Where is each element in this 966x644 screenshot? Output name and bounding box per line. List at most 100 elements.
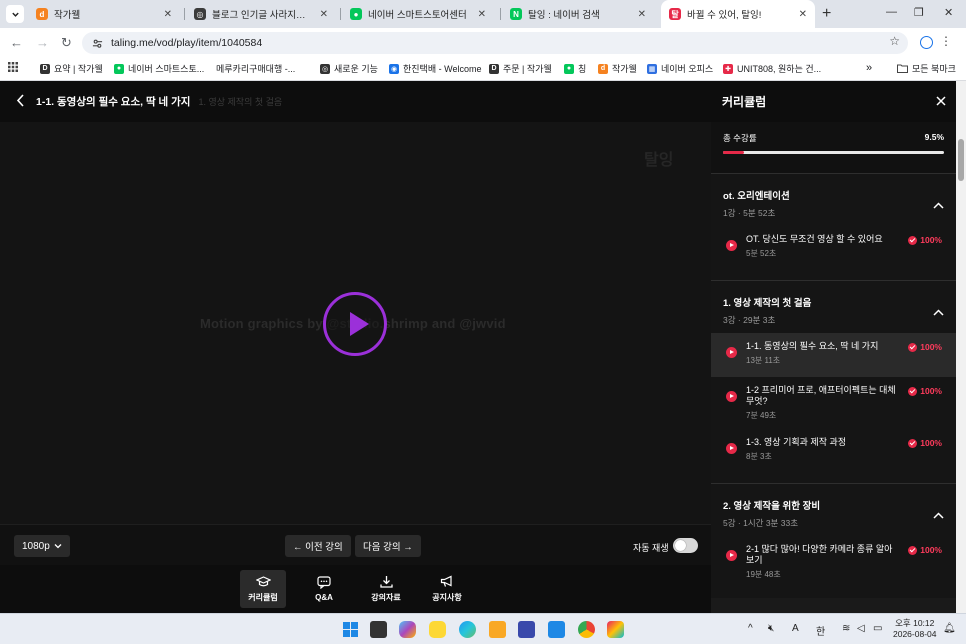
nav-materials[interactable]: 강의자료 bbox=[363, 570, 409, 608]
chevron-up-icon[interactable] bbox=[933, 303, 944, 321]
curriculum-scrollbar[interactable] bbox=[956, 81, 966, 613]
lesson-item[interactable]: 1-1. 동영상의 필수 요소, 딱 네 가지 13분 11초 100% bbox=[711, 333, 956, 377]
close-window-icon[interactable]: ✕ bbox=[944, 6, 953, 19]
tab-title: 작가웰 bbox=[54, 10, 81, 21]
ime-a-indicator[interactable]: A bbox=[792, 623, 799, 634]
copilot-icon[interactable] bbox=[399, 621, 416, 638]
video-screen[interactable]: 탈잉 Motion graphics by @studio.shrimp and… bbox=[0, 122, 711, 524]
chevron-up-icon[interactable] bbox=[933, 506, 944, 524]
site-info-icon[interactable] bbox=[92, 38, 103, 49]
address-bar[interactable]: taling.me/vod/play/item/1040584 bbox=[82, 32, 908, 54]
previous-lesson-button[interactable]: ← 이전 강의 bbox=[285, 535, 351, 557]
browser-tab[interactable]: N 탈잉 : 네이버 검색 ✕ bbox=[502, 0, 654, 28]
bookmark-star-icon[interactable]: ☆ bbox=[889, 34, 900, 48]
scrollbar-thumb[interactable] bbox=[958, 139, 964, 181]
chapter: 2. 영상 제작을 위한 장비 5강 · 1시간 3분 33초 2-1 많다 많아!… bbox=[711, 483, 956, 598]
bookmarks-bar: D 요약 | 작가웰 ● 네이버 스마트스토... 메루카리구매대행 -... ◎ 새로운 … bbox=[0, 58, 966, 81]
chapter-header[interactable]: 1. 영상 제작의 첫 걸음 3강 · 29분 3초 bbox=[711, 281, 956, 333]
reload-icon[interactable]: ↻ bbox=[61, 35, 72, 51]
snipping-tool-icon[interactable] bbox=[607, 621, 624, 638]
player-header: 1-1. 동영상의 필수 요소, 딱 네 가지 1. 영상 제작의 첫 걸음 bbox=[0, 81, 711, 122]
nav-notice[interactable]: 공지사항 bbox=[424, 570, 470, 608]
lesson-completion: 100% bbox=[908, 342, 942, 352]
lesson-completion: 100% bbox=[908, 545, 942, 555]
nav-curriculum[interactable]: 커리큘럼 bbox=[240, 570, 286, 608]
bookmark-item[interactable]: ● 칭 bbox=[564, 62, 586, 75]
bookmark-item[interactable]: ◎ 새로운 기능 bbox=[320, 62, 378, 75]
new-tab-button[interactable]: + bbox=[822, 5, 831, 23]
browser-tab[interactable]: ● 네이버 스마트스토어센터 ✕ bbox=[342, 0, 494, 28]
browser-tab-strip: d 작가웰 ✕ ◎ 블로그 인기글 사라지는 이유 ✕ ● 네이버 스마트스토어센터 ✕ N 탈잉 … bbox=[0, 0, 966, 28]
mute-icon[interactable]: 🔇︎ bbox=[768, 623, 774, 634]
calculator-app-icon[interactable] bbox=[518, 621, 535, 638]
bookmark-label: 네이버 오피스 bbox=[661, 64, 714, 74]
volume-icon[interactable]: ◁ bbox=[857, 623, 865, 634]
lesson-item[interactable]: 1-2 프리미어 프로, 애프터이펙트는 대체 무엇? 7분 49초 100% bbox=[711, 377, 956, 429]
bookmark-item[interactable]: ◉ 한진택배 - Welcome bbox=[389, 62, 481, 75]
minimize-icon[interactable]: — bbox=[886, 6, 897, 18]
clock[interactable]: 오후 10:12 2026-08-04 bbox=[893, 618, 936, 640]
bookmark-item[interactable]: 메루카리구매대행 -... bbox=[216, 62, 295, 75]
bookmarks-overflow-button[interactable]: » bbox=[866, 62, 872, 74]
browser-menu-icon[interactable]: ⋮ bbox=[940, 34, 952, 48]
notification-icon[interactable]: 🔔︎ bbox=[943, 623, 956, 634]
restore-icon[interactable]: ❐ bbox=[914, 6, 924, 19]
tab-close-icon[interactable]: ✕ bbox=[164, 9, 172, 20]
chapter-header[interactable]: ot. 오리엔테이션 1강 · 5분 52초 bbox=[711, 174, 956, 226]
bookmark-favicon-icon: ✚ bbox=[723, 63, 733, 74]
tab-close-icon[interactable]: ✕ bbox=[320, 9, 328, 20]
nav-notice-label: 공지사항 bbox=[432, 593, 462, 602]
bookmark-label: 요약 | 작가웰 bbox=[54, 64, 103, 74]
play-button[interactable] bbox=[323, 292, 387, 356]
bookmark-item[interactable]: ✚ UNIT808, 원하는 건... bbox=[723, 62, 821, 75]
forward-arrow-icon[interactable]: → bbox=[36, 35, 49, 50]
ime-indicator[interactable]: 한 bbox=[816, 623, 825, 638]
browser-tab[interactable]: d 작가웰 ✕ bbox=[28, 0, 180, 28]
back-arrow-icon[interactable]: ← bbox=[10, 35, 23, 50]
lesson-title: 1-1. 동영상의 필수 요소, 딱 네 가지 bbox=[36, 96, 191, 108]
app-k-icon[interactable] bbox=[548, 621, 565, 638]
lesson-completion-percent: 100% bbox=[920, 438, 942, 448]
kakaotalk-icon[interactable] bbox=[429, 621, 446, 638]
profile-icon[interactable] bbox=[920, 36, 933, 49]
tab-close-icon[interactable]: ✕ bbox=[478, 9, 486, 20]
lesson-item[interactable]: 1-3. 영상 기획과 제작 과정 8분 3초 100% bbox=[711, 429, 956, 473]
edge-icon[interactable] bbox=[459, 621, 476, 638]
player-area: 1-1. 동영상의 필수 요소, 딱 네 가지 1. 영상 제작의 첫 걸음 탈… bbox=[0, 81, 711, 613]
autoplay-toggle[interactable] bbox=[673, 538, 698, 553]
browser-tab[interactable]: ◎ 블로그 인기글 사라지는 이유 ✕ bbox=[186, 0, 336, 28]
browser-tab[interactable]: 탈 바뀔 수 있어, 탈잉! ✕ bbox=[661, 0, 815, 28]
lesson-completion: 100% bbox=[908, 386, 942, 396]
bookmark-item[interactable]: D 주문 | 작가웰 bbox=[489, 62, 552, 75]
lesson-play-icon bbox=[726, 550, 737, 561]
bookmark-item[interactable]: d 작가웰 bbox=[598, 62, 637, 75]
graduation-cap-icon bbox=[255, 575, 271, 588]
nav-qna[interactable]: Q&A bbox=[301, 570, 347, 608]
bookmark-label: 네이버 스마트스토... bbox=[128, 64, 205, 74]
tab-close-icon[interactable]: ✕ bbox=[638, 9, 646, 20]
chevron-up-icon[interactable] bbox=[933, 196, 944, 214]
next-lesson-button[interactable]: 다음 강의 → bbox=[355, 535, 421, 557]
lesson-item[interactable]: 2-1 많다 많아! 다양한 카메라 종류 알아보기 19분 48초 100% bbox=[711, 536, 956, 588]
tab-search-button[interactable] bbox=[6, 5, 24, 23]
nav-curriculum-label: 커리큘럼 bbox=[248, 592, 278, 602]
close-curriculum-button[interactable] bbox=[936, 94, 946, 109]
windows-start-icon[interactable] bbox=[342, 621, 359, 638]
quality-select[interactable]: 1080p bbox=[14, 535, 70, 557]
chapter-header[interactable]: 2. 영상 제작을 위한 장비 5강 · 1시간 3분 33초 bbox=[711, 484, 956, 536]
bookmark-item[interactable]: D 요약 | 작가웰 bbox=[40, 62, 103, 75]
file-explorer-icon[interactable] bbox=[489, 621, 506, 638]
bookmark-item[interactable]: ● 네이버 스마트스토... bbox=[114, 62, 204, 75]
back-button[interactable] bbox=[16, 93, 25, 110]
url-text: taling.me/vod/play/item/1040584 bbox=[111, 37, 263, 49]
lesson-item[interactable]: OT. 당신도 무조건 영상 할 수 있어요 5분 52초 100% bbox=[711, 226, 956, 270]
task-view-icon[interactable] bbox=[370, 621, 387, 638]
tab-close-icon[interactable]: ✕ bbox=[799, 9, 807, 20]
wifi-icon[interactable]: ≋ bbox=[842, 623, 850, 634]
apps-grid-icon[interactable] bbox=[8, 62, 18, 72]
chrome-icon[interactable] bbox=[578, 621, 595, 638]
battery-icon[interactable]: ▭ bbox=[873, 623, 882, 634]
bookmark-item[interactable]: ▦ 네이버 오피스 bbox=[647, 62, 713, 75]
all-bookmarks-button[interactable]: 모든 북마크 bbox=[897, 62, 956, 75]
tray-chevron-icon[interactable]: ^ bbox=[748, 623, 753, 634]
